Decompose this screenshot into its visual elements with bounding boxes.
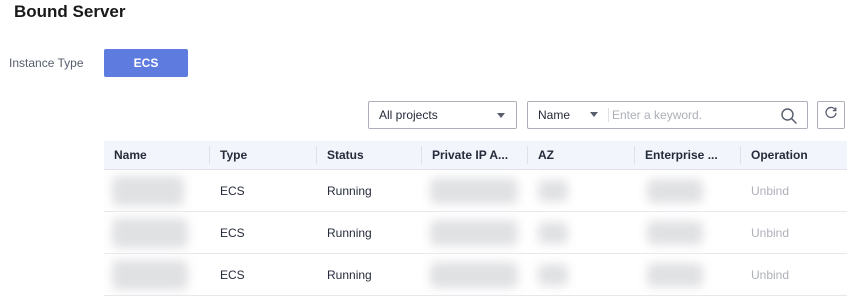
table-header: Name Type Status Private IP A... AZ Ente… (104, 141, 847, 170)
cell-name-redacted (104, 170, 210, 211)
column-header-status: Status (317, 141, 422, 169)
chevron-down-icon (590, 112, 598, 117)
cell-status: Running (327, 267, 372, 282)
search-box: Name (527, 101, 808, 129)
search-divider (608, 108, 609, 122)
cell-type: ECS (220, 225, 245, 240)
refresh-icon (824, 106, 838, 125)
column-header-operation: Operation (751, 148, 808, 162)
search-input[interactable] (612, 103, 772, 127)
page-title: Bound Server (14, 2, 126, 21)
cell-status: Running (327, 183, 372, 198)
cell-az-redacted (528, 254, 635, 295)
unbind-link[interactable]: Unbind (741, 254, 847, 295)
table-row: ECS Running Unbind (104, 212, 847, 254)
cell-type: ECS (220, 267, 245, 282)
project-select-value: All projects (379, 108, 438, 122)
cell-private-ip-redacted (422, 212, 528, 253)
column-header-name: Name (104, 141, 210, 169)
column-header-private-ip: Private IP A... (422, 141, 528, 169)
cell-az-redacted (528, 212, 635, 253)
instance-type-ecs-button[interactable]: ECS (104, 49, 188, 77)
cell-enterprise-project-redacted (635, 212, 741, 253)
cell-private-ip-redacted (422, 254, 528, 295)
server-table: Name Type Status Private IP A... AZ Ente… (104, 141, 847, 296)
cell-az-redacted (528, 170, 635, 211)
search-field-select[interactable]: Name (528, 102, 608, 128)
unbind-link[interactable]: Unbind (741, 212, 847, 253)
column-header-type: Type (210, 141, 317, 169)
cell-enterprise-project-redacted (635, 170, 741, 211)
table-row: ECS Running Unbind (104, 254, 847, 296)
column-header-az: AZ (528, 141, 635, 169)
refresh-button[interactable] (817, 101, 845, 129)
instance-type-label: Instance Type (9, 56, 84, 70)
chevron-down-icon (497, 113, 505, 118)
project-select[interactable]: All projects (368, 101, 517, 129)
unbind-link[interactable]: Unbind (741, 170, 847, 211)
search-icon[interactable] (780, 107, 798, 125)
cell-name-redacted (104, 254, 210, 295)
cell-status: Running (327, 225, 372, 240)
cell-enterprise-project-redacted (635, 254, 741, 295)
search-field-value: Name (538, 108, 571, 122)
cell-type: ECS (220, 183, 245, 198)
cell-private-ip-redacted (422, 170, 528, 211)
table-row: ECS Running Unbind (104, 170, 847, 212)
cell-name-redacted (104, 212, 210, 253)
column-header-enterprise-project: Enterprise ... (635, 141, 741, 169)
